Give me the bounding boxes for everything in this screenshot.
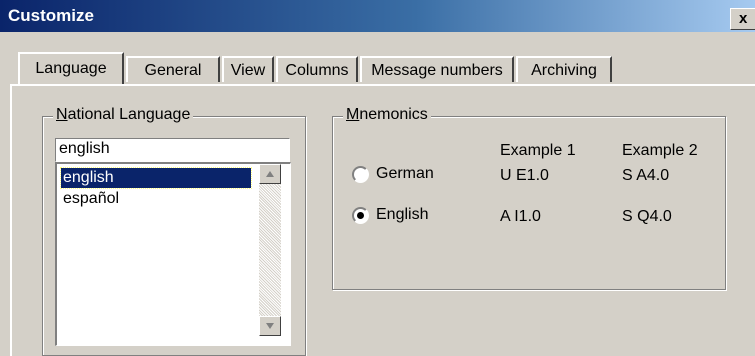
national-language-label: National Language bbox=[53, 106, 194, 124]
language-combo-value: english bbox=[59, 140, 110, 157]
radio-english[interactable] bbox=[352, 207, 369, 224]
language-listbox[interactable]: english español bbox=[55, 162, 291, 346]
close-button[interactable]: x bbox=[730, 8, 755, 30]
triangle-down-icon bbox=[266, 323, 274, 329]
english-example-1: A I1.0 bbox=[500, 208, 541, 225]
tab-general[interactable]: General bbox=[126, 56, 220, 82]
tab-columns[interactable]: Columns bbox=[276, 56, 358, 82]
mnemonics-label: Mnemonics bbox=[343, 106, 431, 124]
listbox-scrollbar[interactable] bbox=[259, 164, 281, 336]
radio-selected-dot bbox=[357, 212, 364, 219]
radio-german[interactable] bbox=[352, 166, 369, 183]
list-item-english[interactable]: english bbox=[60, 167, 252, 189]
scroll-up-button[interactable] bbox=[259, 164, 281, 184]
tab-archiving[interactable]: Archiving bbox=[516, 56, 612, 82]
language-combo-field[interactable]: english bbox=[55, 138, 290, 162]
title-bar: Customize x bbox=[0, 0, 755, 32]
window-title: Customize bbox=[8, 6, 94, 25]
german-example-2: S A4.0 bbox=[622, 167, 670, 184]
example-1-header: Example 1 bbox=[500, 142, 576, 159]
tab-view[interactable]: View bbox=[222, 56, 274, 82]
tab-message-numbers[interactable]: Message numbers bbox=[360, 56, 514, 82]
radio-german-label[interactable]: German bbox=[376, 165, 434, 183]
example-2-header: Example 2 bbox=[622, 142, 698, 159]
radio-english-label[interactable]: English bbox=[376, 206, 428, 224]
tab-language[interactable]: Language bbox=[18, 52, 124, 84]
scroll-down-button[interactable] bbox=[259, 316, 281, 336]
german-example-1: U E1.0 bbox=[500, 167, 549, 184]
list-item-espanol[interactable]: español bbox=[61, 189, 121, 209]
english-example-2: S Q4.0 bbox=[622, 208, 672, 225]
triangle-up-icon bbox=[266, 171, 274, 177]
